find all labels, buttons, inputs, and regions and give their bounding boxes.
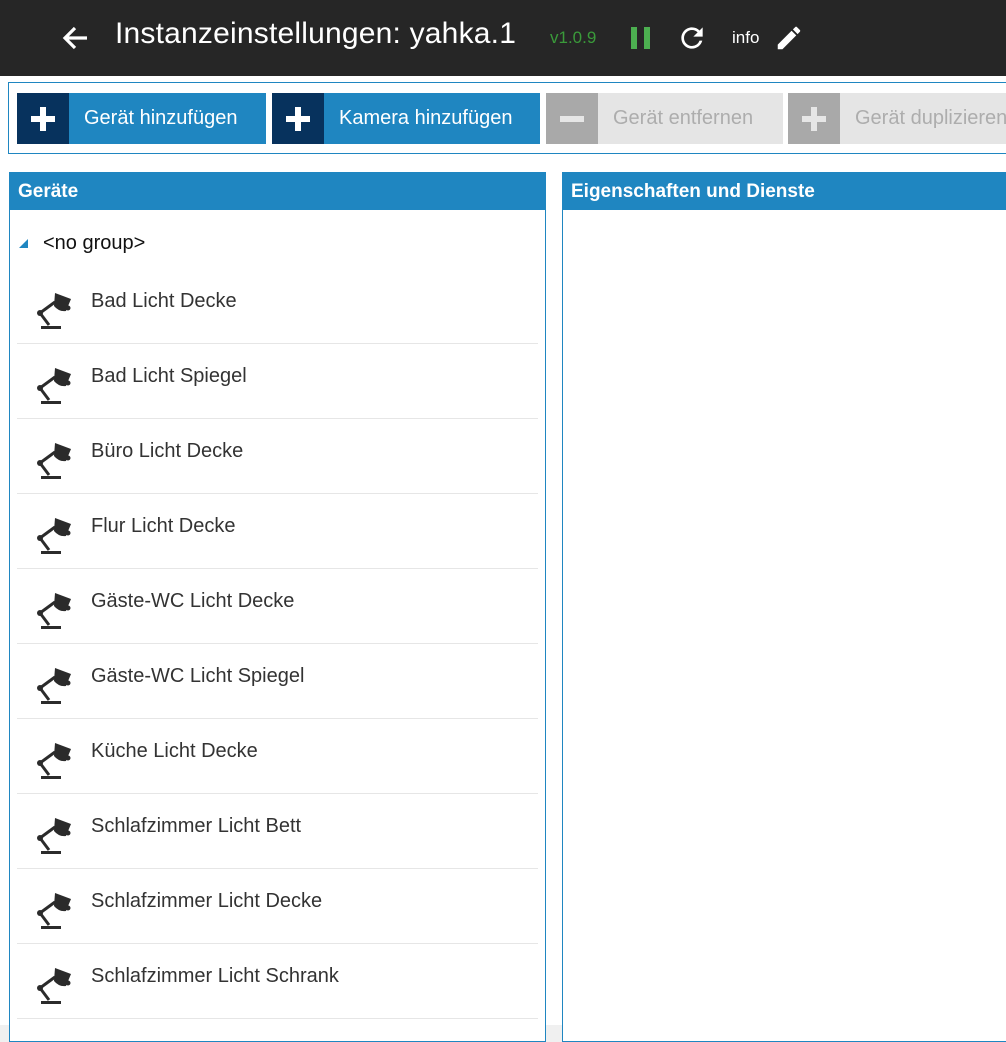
add-device-button[interactable]: Gerät hinzufügen [17, 93, 266, 144]
desk-lamp-icon [35, 516, 75, 558]
minus-icon [546, 93, 598, 144]
device-item[interactable]: Gäste-WC Licht Decke [17, 569, 538, 644]
page-title: Instanzeinstellungen: yahka.1 [115, 17, 517, 50]
device-label: Schlafzimmer Licht Decke [91, 890, 323, 912]
refresh-icon [681, 27, 703, 49]
plus-icon [788, 93, 840, 144]
desk-lamp-icon [35, 441, 75, 483]
desk-lamp-icon [35, 966, 75, 1008]
pencil-icon [777, 26, 801, 50]
device-label: Bad Licht Decke [91, 290, 237, 312]
device-label: Gäste-WC Licht Spiegel [91, 665, 305, 687]
title-bar: Instanzeinstellungen: yahka.1 v1.0.9 inf… [0, 0, 1006, 76]
device-list: Bad Licht Decke Bad Licht Spiegel Büro Lic… [17, 269, 538, 1019]
back-button[interactable] [56, 18, 96, 58]
group-node[interactable]: <no group> [10, 229, 545, 259]
desk-lamp-icon [35, 891, 75, 933]
properties-panel: Eigenschaften und Dienste [562, 172, 1006, 1042]
toolbar: Gerät hinzufügen Kamera hinzufügen Gerät… [8, 82, 1006, 154]
devices-panel-title: Geräte [10, 173, 545, 210]
desk-lamp-icon [35, 591, 75, 633]
main-content: Gerät hinzufügen Kamera hinzufügen Gerät… [0, 76, 1006, 1042]
plus-icon [17, 93, 69, 144]
device-item[interactable]: Bad Licht Spiegel [17, 344, 538, 419]
device-label: Bad Licht Spiegel [91, 365, 247, 387]
device-item[interactable]: Flur Licht Decke [17, 494, 538, 569]
desk-lamp-icon [35, 291, 75, 333]
add-device-label: Gerät hinzufügen [69, 93, 266, 144]
info-button[interactable]: info [732, 28, 759, 48]
device-item[interactable]: Büro Licht Decke [17, 419, 538, 494]
remove-device-button[interactable]: Gerät entfernen [546, 93, 783, 144]
pause-icon [631, 27, 650, 49]
device-item[interactable]: Küche Licht Decke [17, 719, 538, 794]
remove-device-label: Gerät entfernen [598, 93, 783, 144]
properties-panel-title: Eigenschaften und Dienste [563, 173, 1006, 210]
pause-button[interactable] [628, 24, 654, 52]
plus-icon [272, 93, 324, 144]
device-item[interactable]: Bad Licht Decke [17, 269, 538, 344]
device-label: Schlafzimmer Licht Schrank [91, 965, 339, 987]
desk-lamp-icon [35, 366, 75, 408]
device-label: Büro Licht Decke [91, 440, 244, 462]
device-label: Küche Licht Decke [91, 740, 258, 762]
edit-button[interactable] [774, 23, 804, 53]
device-item[interactable]: Gäste-WC Licht Spiegel [17, 644, 538, 719]
caret-down-icon [19, 239, 28, 248]
device-item[interactable]: Schlafzimmer Licht Schrank [17, 944, 538, 1019]
device-label: Schlafzimmer Licht Bett [91, 815, 302, 837]
device-label: Flur Licht Decke [91, 515, 236, 537]
refresh-button[interactable] [676, 22, 708, 54]
device-item[interactable]: Schlafzimmer Licht Decke [17, 869, 538, 944]
desk-lamp-icon [35, 816, 75, 858]
add-camera-button[interactable]: Kamera hinzufügen [272, 93, 540, 144]
desk-lamp-icon [35, 741, 75, 783]
devices-panel: Geräte <no group> Bad Licht Decke Bad Lic… [9, 172, 546, 1042]
duplicate-device-label: Gerät duplizieren [840, 93, 1006, 144]
add-camera-label: Kamera hinzufügen [324, 93, 540, 144]
device-item[interactable]: Schlafzimmer Licht Bett [17, 794, 538, 869]
version-label: v1.0.9 [550, 28, 597, 47]
group-label: <no group> [43, 232, 146, 254]
duplicate-device-button[interactable]: Gerät duplizieren [788, 93, 1006, 144]
desk-lamp-icon [35, 666, 75, 708]
device-label: Gäste-WC Licht Decke [91, 590, 295, 612]
back-arrow-icon [62, 26, 87, 50]
